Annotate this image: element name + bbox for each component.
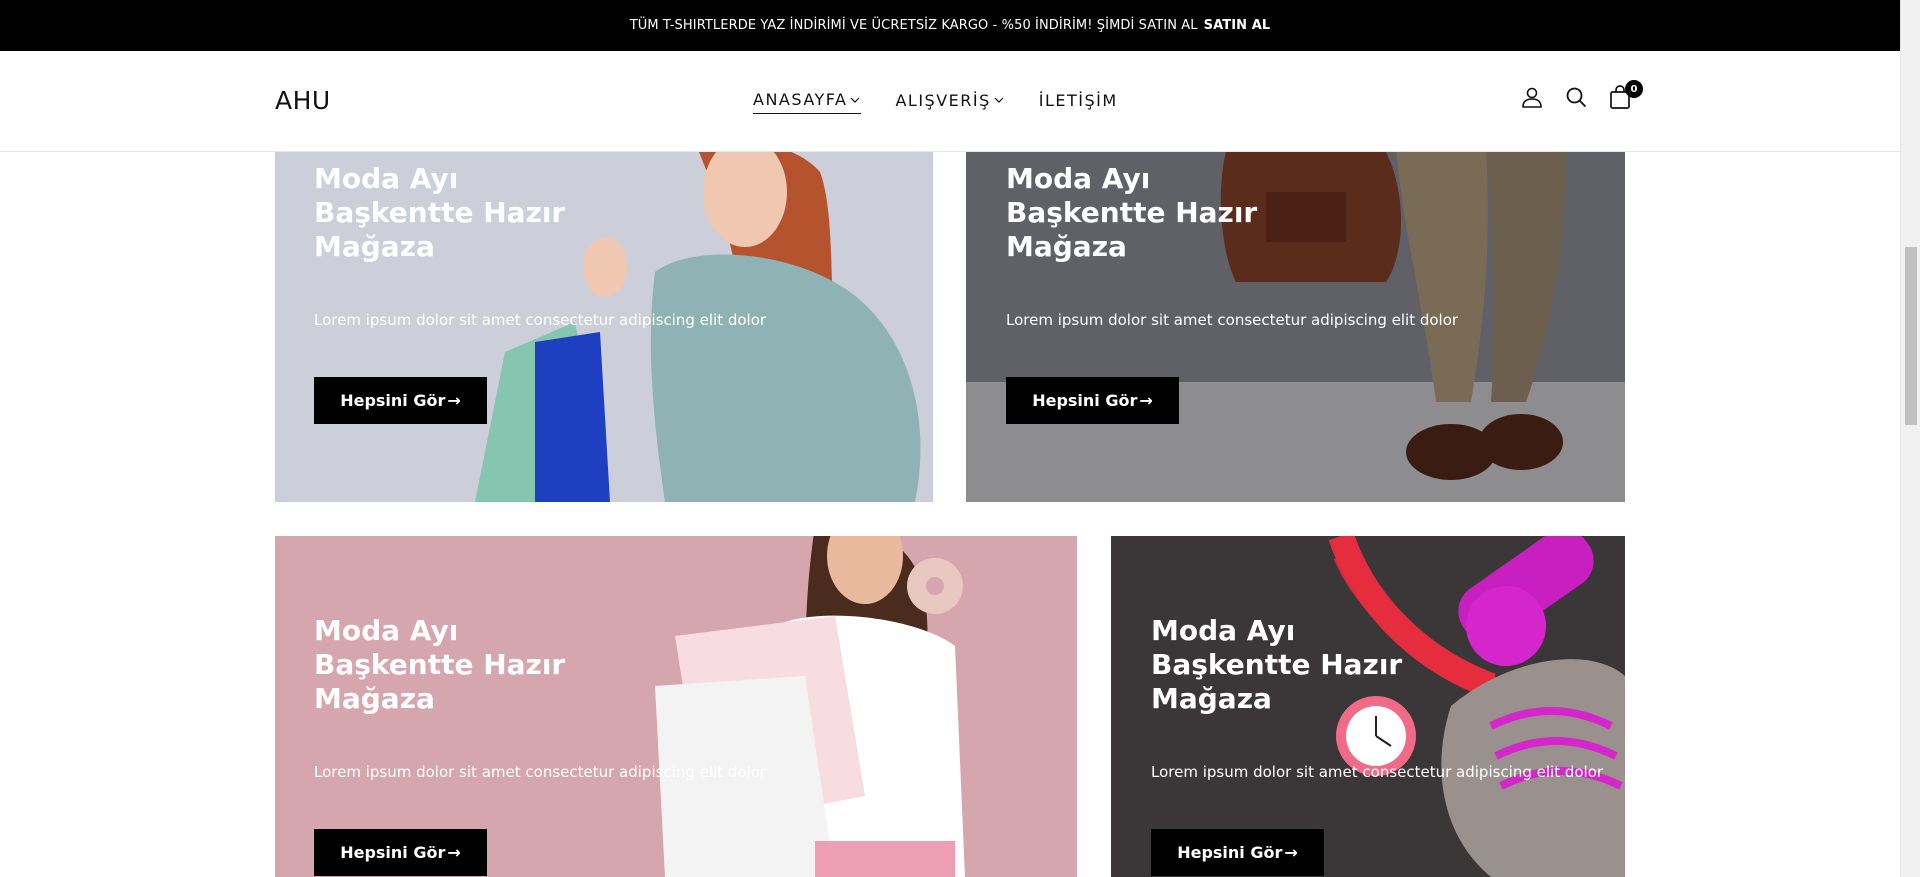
arrow-right-icon: → — [1284, 843, 1298, 862]
nav-item-label: ALIŞVERİŞ — [895, 90, 991, 110]
cart-count-badge: 0 — [1625, 80, 1643, 98]
scrollbar-thumb[interactable] — [1905, 247, 1917, 425]
page-scrollbar[interactable] — [1900, 0, 1920, 877]
banner-title: Moda Ayı Başkentte Hazır Mağaza — [1006, 162, 1258, 263]
main-nav: ANASAYFA ALIŞVERİŞ İLETİŞİM — [753, 90, 1152, 114]
see-all-button[interactable]: Hepsini Gör → — [314, 377, 487, 424]
see-all-button-label: Hepsini Gör — [340, 391, 446, 410]
see-all-button[interactable]: Hepsini Gör → — [1151, 829, 1324, 876]
see-all-button-label: Hepsini Gör — [1032, 391, 1138, 410]
see-all-button[interactable]: Hepsini Gör → — [1006, 377, 1179, 424]
nav-item-label: İLETİŞİM — [1038, 90, 1118, 110]
cart-button[interactable]: 0 — [1608, 80, 1643, 111]
search-icon — [1566, 87, 1587, 108]
see-all-button-label: Hepsini Gör — [1177, 843, 1283, 862]
see-all-button[interactable]: Hepsini Gör → — [314, 829, 487, 876]
banner-card[interactable]: Moda Ayı Başkentte Hazır Mağaza Lorem ip… — [966, 152, 1625, 502]
banner-description: Lorem ipsum dolor sit amet consectetur a… — [1006, 311, 1459, 329]
announcement-bar: TÜM T-SHIRTLERDE YAZ İNDİRİMİ VE ÜCRETSİ… — [0, 0, 1900, 51]
banner-card[interactable]: Moda Ayı Başkentte Hazır Mağaza Lorem ip… — [275, 152, 933, 502]
account-button[interactable] — [1520, 83, 1544, 111]
header-icons: 0 — [1520, 80, 1643, 111]
banner-description: Lorem ipsum dolor sit amet consectetur a… — [314, 311, 767, 329]
banner-title: Moda Ayı Başkentte Hazır Mağaza — [314, 614, 566, 715]
nav-item-shop[interactable]: ALIŞVERİŞ — [895, 90, 1004, 114]
banner-title: Moda Ayı Başkentte Hazır Mağaza — [314, 162, 566, 263]
nav-item-home[interactable]: ANASAYFA — [753, 90, 862, 114]
announcement-cta-link[interactable]: SATIN AL — [1204, 18, 1271, 33]
search-button[interactable] — [1564, 83, 1588, 111]
arrow-right-icon: → — [447, 843, 461, 862]
arrow-right-icon: → — [1139, 391, 1153, 410]
user-icon — [1522, 87, 1542, 108]
logo[interactable]: AHU — [275, 86, 331, 115]
nav-item-label: ANASAYFA — [753, 90, 848, 109]
see-all-button-label: Hepsini Gör — [340, 843, 446, 862]
banner-title: Moda Ayı Başkentte Hazır Mağaza — [1151, 614, 1403, 715]
announcement-text: TÜM T-SHIRTLERDE YAZ İNDİRİMİ VE ÜCRETSİ… — [629, 18, 1198, 33]
banner-card[interactable]: Moda Ayı Başkentte Hazır Mağaza Lorem ip… — [275, 536, 1077, 877]
site-header: AHU ANASAYFA ALIŞVERİŞ İLETİŞİM 0 — [0, 51, 1900, 152]
chevron-down-icon — [994, 97, 1004, 103]
arrow-right-icon: → — [447, 391, 461, 410]
banner-card[interactable]: Moda Ayı Başkentte Hazır Mağaza Lorem ip… — [1111, 536, 1625, 877]
banner-description: Lorem ipsum dolor sit amet consectetur a… — [1151, 763, 1604, 781]
banner-description: Lorem ipsum dolor sit amet consectetur a… — [314, 763, 767, 781]
nav-item-contact[interactable]: İLETİŞİM — [1039, 90, 1118, 114]
chevron-down-icon — [851, 97, 860, 103]
